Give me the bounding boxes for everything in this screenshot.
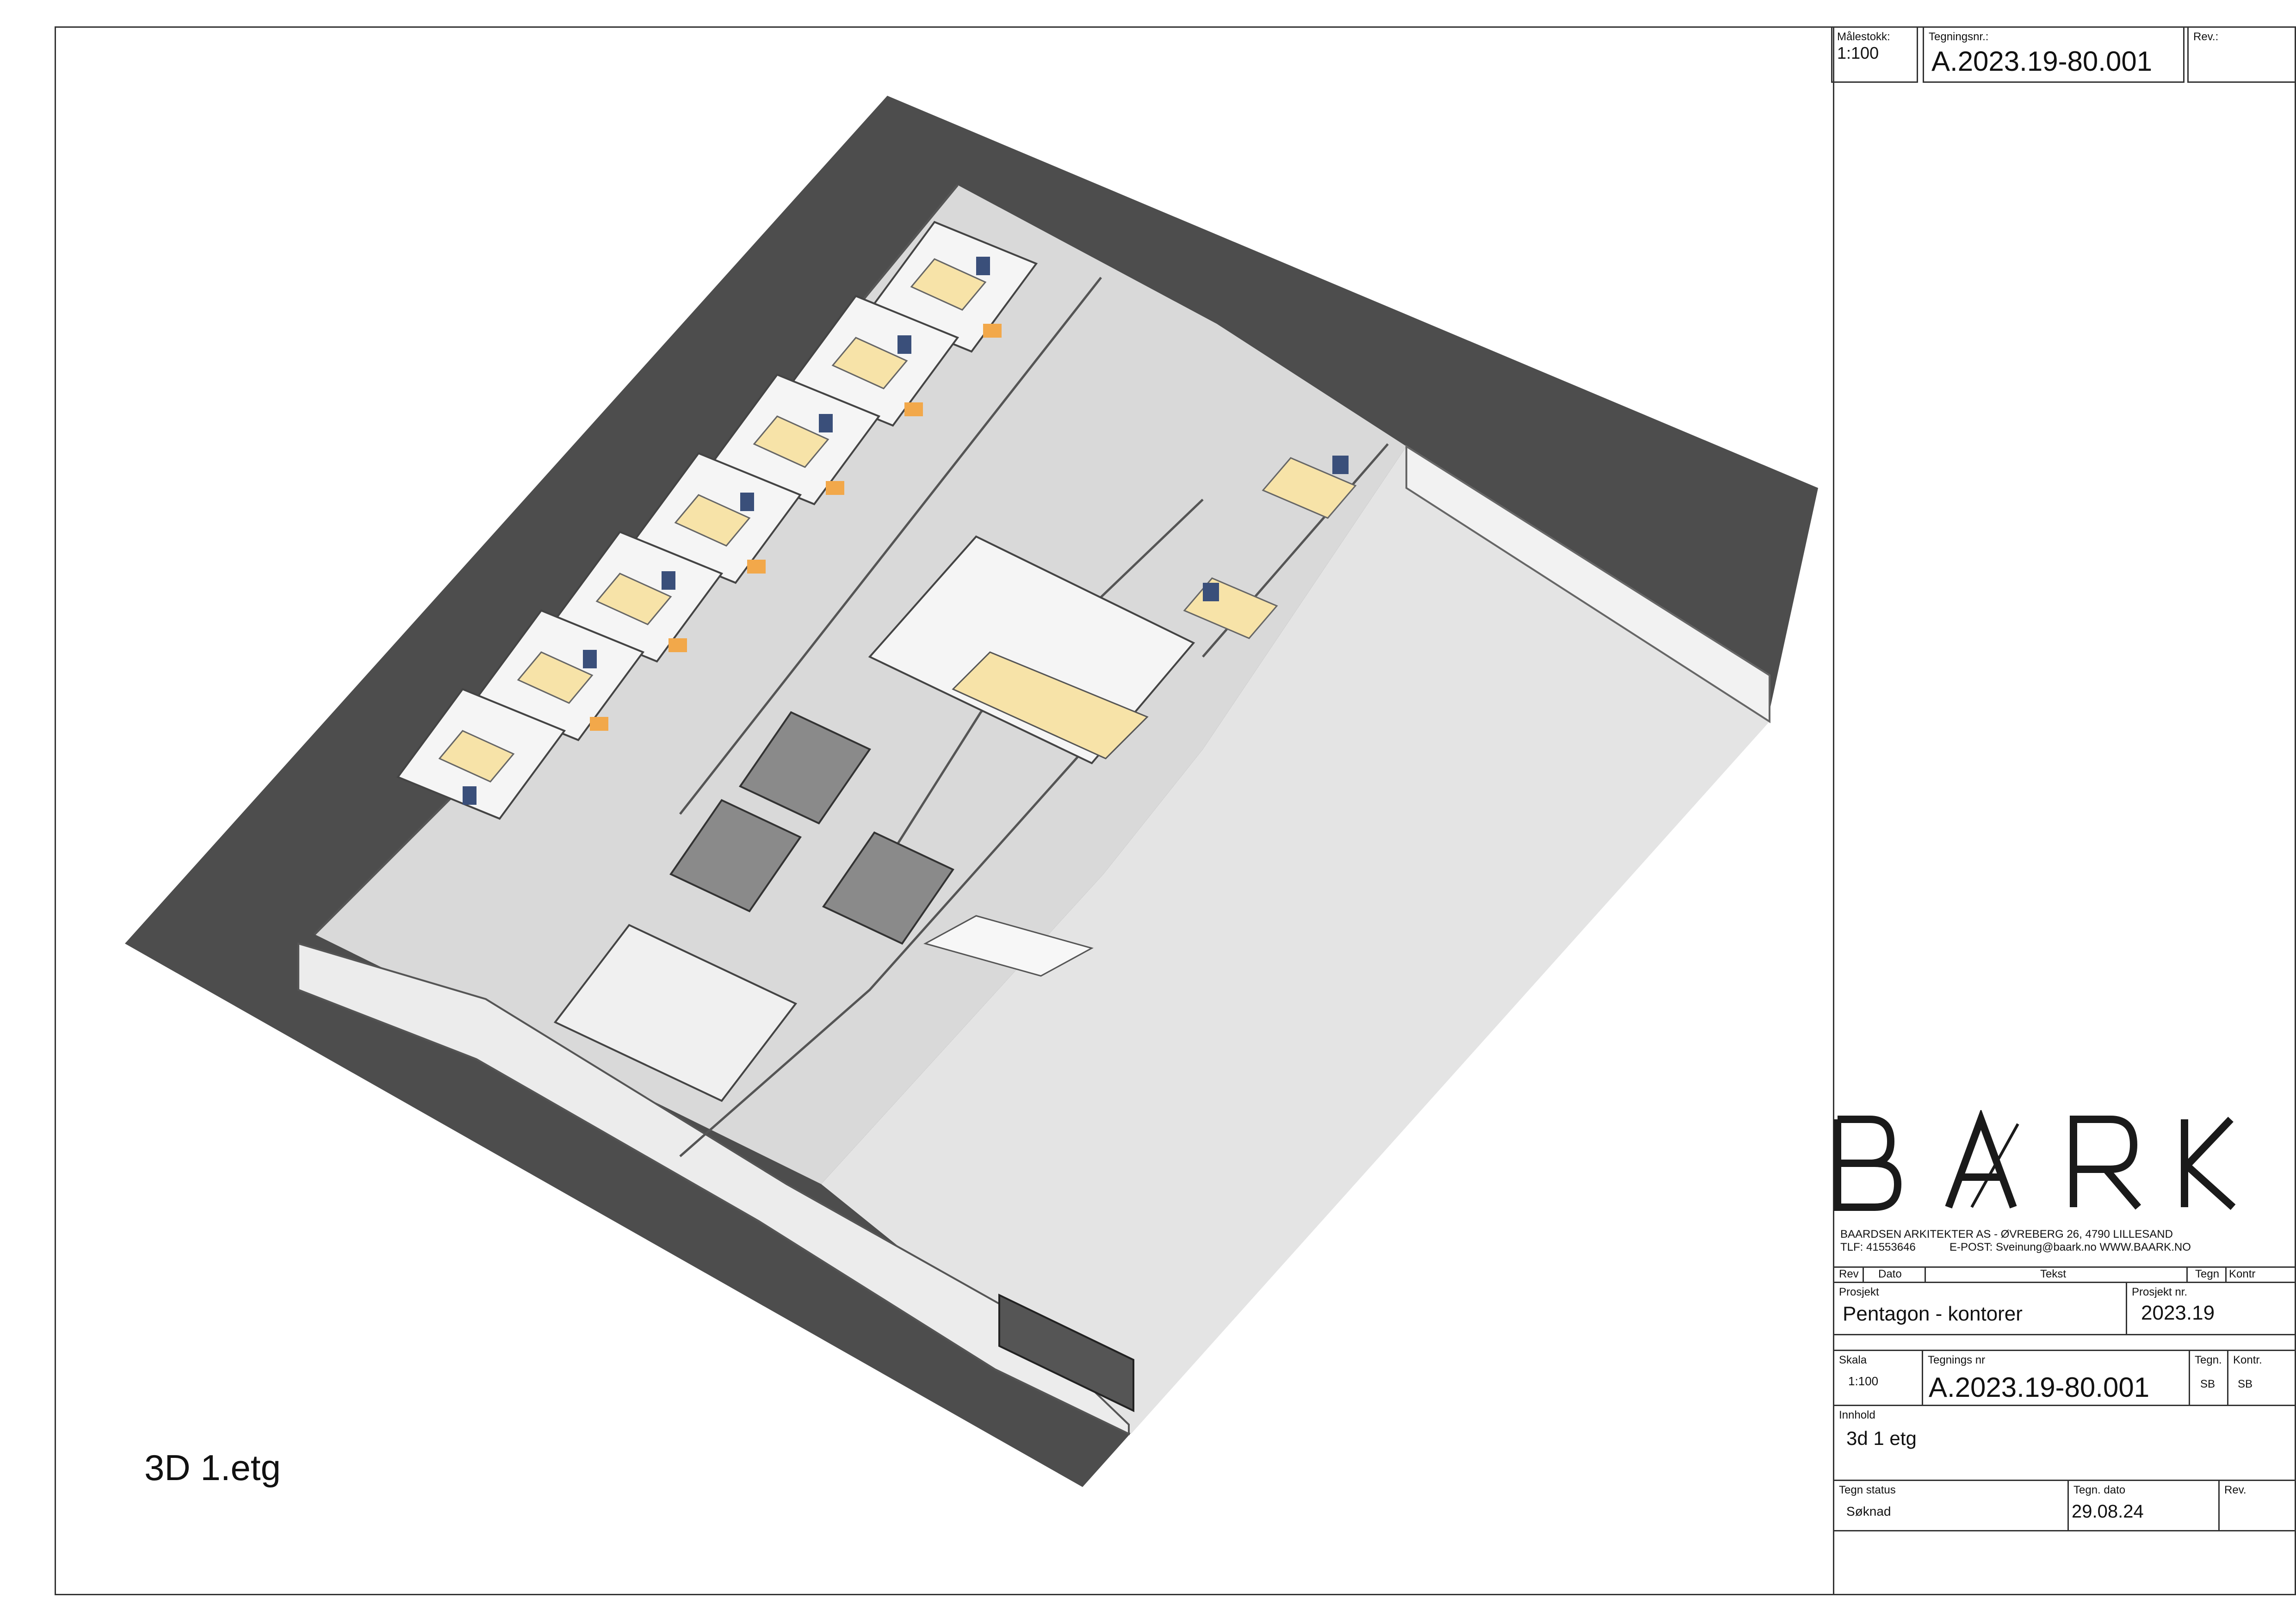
skala-box: Skala 1:100 (1833, 1350, 1923, 1406)
tegn-dato-box: Tegn. dato 29.08.24 (2067, 1480, 2220, 1531)
prosjekt-box: Prosjekt Pentagon - kontorer (1833, 1282, 2127, 1335)
innhold-box: Innhold 3d 1 etg (1833, 1405, 2296, 1481)
tb-rev-box: Rev. (2218, 1480, 2296, 1531)
company-email-web: E-POST: Sveinung@baark.no WWW.BAARK.NO (1949, 1241, 2191, 1253)
prosjekt-nr-box: Prosjekt nr. 2023.19 (2126, 1282, 2296, 1335)
tegnings-nr-box: Tegnings nr A.2023.19-80.001 (1922, 1350, 2190, 1406)
kontr-label: Kontr. (2233, 1354, 2262, 1366)
rev-col-dato: Dato (1878, 1268, 1902, 1280)
rev-table-div4 (2225, 1266, 2227, 1282)
tegn-status-label: Tegn status (1839, 1484, 1896, 1496)
tb-rev-label: Rev. (2224, 1484, 2246, 1496)
tegn-dato-value: 29.08.24 (2072, 1501, 2144, 1522)
tegn-status-value: Søknad (1846, 1504, 1891, 1518)
tegnings-nr-label: Tegnings nr (1928, 1354, 1986, 1366)
prosjekt-nr-label: Prosjekt nr. (2132, 1286, 2188, 1298)
kontr-box: Kontr. SB (2227, 1350, 2296, 1406)
skala-value: 1:100 (1848, 1374, 1879, 1388)
tegn-value: SB (2200, 1378, 2216, 1390)
prosjekt-value: Pentagon - kontorer (1843, 1302, 2023, 1325)
rev-table-div2 (1925, 1266, 1926, 1282)
prosjekt-nr-value: 2023.19 (2141, 1302, 2215, 1324)
tegn-label: Tegn. (2195, 1354, 2222, 1366)
bark-logo-mark (1834, 1108, 2236, 1211)
innhold-label: Innhold (1839, 1409, 1875, 1421)
skala-label: Skala (1839, 1354, 1867, 1366)
rev-col-tegn: Tegn (2195, 1268, 2220, 1280)
rev-col-rev: Rev (1839, 1268, 1859, 1280)
tegnings-nr-value: A.2023.19-80.001 (1929, 1372, 2150, 1403)
rev-col-kontr: Kontr (2229, 1268, 2256, 1280)
rev-col-tekst: Tekst (2040, 1268, 2067, 1280)
company-line: BAARDSEN ARKITEKTER AS - ØVREBERG 26, 47… (1840, 1228, 2173, 1240)
innhold-value: 3d 1 etg (1846, 1427, 1917, 1449)
prosjekt-label: Prosjekt (1839, 1286, 1879, 1298)
kontr-value: SB (2238, 1378, 2253, 1390)
rev-table-div3 (2186, 1266, 2188, 1282)
tegn-dato-label: Tegn. dato (2073, 1484, 2126, 1496)
bark-logo (1833, 1108, 2240, 1216)
tegn-box: Tegn. SB (2189, 1350, 2228, 1406)
view-title: 3D 1.etg (144, 1447, 281, 1488)
company-phone: TLF: 41553646 (1840, 1241, 1916, 1253)
tegn-status-box: Tegn status Søknad (1833, 1480, 2069, 1531)
rev-table-div1 (1863, 1266, 1864, 1282)
